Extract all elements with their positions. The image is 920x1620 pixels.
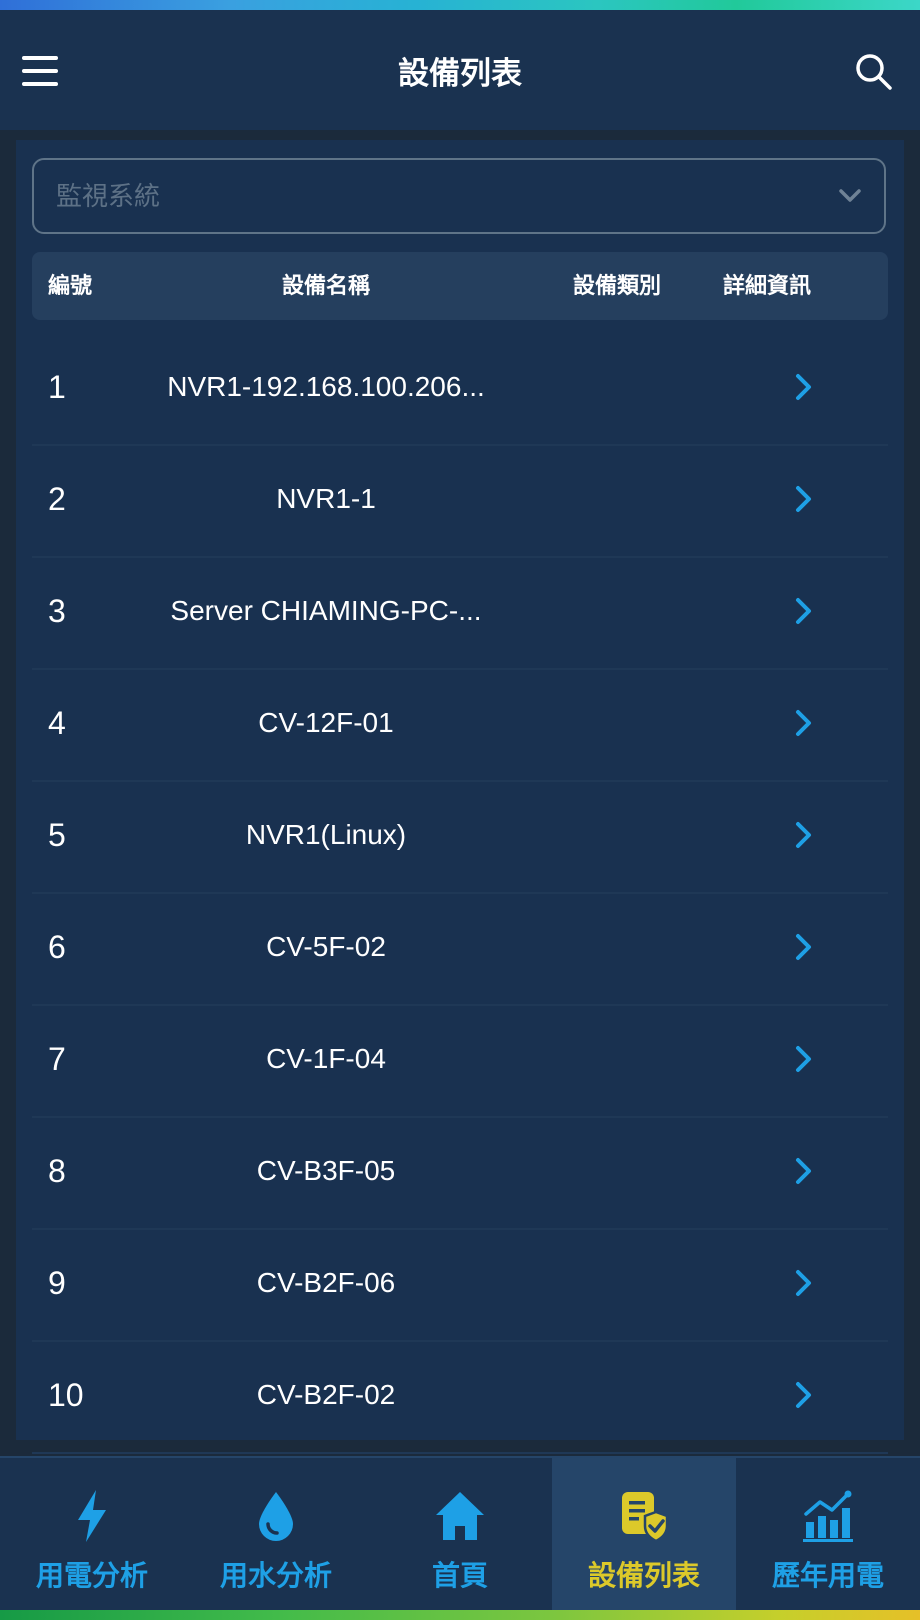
table-header: 編號 設備名稱 設備類別 詳細資訊: [32, 252, 888, 320]
device-category: [552, 1340, 682, 1450]
table-row[interactable]: 9 CV-B2F-06: [32, 1228, 888, 1342]
device-number: 4: [48, 705, 66, 741]
chevron-right-icon[interactable]: [788, 1268, 818, 1298]
chevron-right-icon[interactable]: [788, 1156, 818, 1186]
chevron-right-icon[interactable]: [788, 372, 818, 402]
tab-label: 歷年用電: [771, 1560, 884, 1591]
device-number: 10: [48, 1377, 84, 1413]
device-list-panel: 監視系統 編號 設備名稱 設備類別 詳細資訊 1 NVR1-192.168.100…: [16, 140, 904, 1454]
lightning-icon: [62, 1486, 122, 1546]
chevron-down-icon: [838, 186, 862, 206]
device-name: NVR1(Linux): [245, 819, 407, 850]
device-category: [552, 1004, 682, 1114]
device-category: [552, 444, 682, 554]
column-header-device-category: 設備類別: [572, 273, 661, 298]
device-number: 8: [48, 1153, 66, 1189]
tab-home[interactable]: 首頁: [368, 1458, 552, 1612]
table-row[interactable]: 6 CV-5F-02: [32, 892, 888, 1006]
column-header-device-name: 設備名稱: [281, 273, 370, 298]
device-category: [552, 780, 682, 890]
table-row[interactable]: 10 CV-B2F-02: [32, 1340, 888, 1454]
device-name: NVR1-1: [276, 483, 376, 514]
chevron-right-icon[interactable]: [788, 820, 818, 850]
bottom-tab-bar: 用電分析 用水分析 首頁 設備列表 歷年用電: [0, 1456, 920, 1612]
device-number: 2: [48, 481, 66, 517]
device-category: [552, 556, 682, 666]
search-icon[interactable]: [854, 52, 894, 92]
table-row[interactable]: 1 NVR1-192.168.100.206...: [32, 332, 888, 446]
device-list-shield-icon: [614, 1486, 674, 1546]
device-name: CV-B3F-05: [256, 1155, 396, 1186]
table-row[interactable]: 8 CV-B3F-05: [32, 1116, 888, 1230]
system-select-placeholder: 監視系統: [56, 181, 161, 211]
device-number: 3: [48, 593, 66, 629]
column-header-details: 詳細資訊: [722, 273, 811, 298]
device-name: CV-B2F-06: [256, 1267, 396, 1298]
device-category: [552, 332, 682, 442]
chevron-right-icon[interactable]: [788, 1044, 818, 1074]
device-number: 7: [48, 1041, 66, 1077]
tab-label: 用電分析: [35, 1560, 148, 1591]
bar-chart-icon: [798, 1486, 858, 1546]
chevron-right-icon[interactable]: [788, 708, 818, 738]
system-select[interactable]: 監視系統: [32, 158, 886, 234]
page-title: 設備列表: [398, 55, 522, 91]
device-name: NVR1-192.168.100.206...: [167, 371, 485, 402]
chevron-right-icon[interactable]: [788, 1380, 818, 1410]
tab-label: 設備列表: [587, 1560, 700, 1591]
tab-label: 用水分析: [219, 1560, 332, 1591]
device-number: 9: [48, 1265, 66, 1301]
device-name: CV-12F-01: [258, 707, 394, 738]
device-name: CV-B2F-02: [256, 1379, 396, 1410]
tab-yearly-electricity[interactable]: 歷年用電: [736, 1458, 920, 1612]
chevron-right-icon[interactable]: [788, 932, 818, 962]
device-name: CV-5F-02: [266, 931, 386, 962]
chevron-right-icon[interactable]: [788, 596, 818, 626]
home-icon: [430, 1486, 490, 1546]
table-row[interactable]: 3 Server CHIAMING-PC-...: [32, 556, 888, 670]
hamburger-menu-icon[interactable]: [22, 56, 58, 86]
chevron-right-icon[interactable]: [788, 484, 818, 514]
device-category: [552, 1228, 682, 1338]
table-row[interactable]: 5 NVR1(Linux): [32, 780, 888, 894]
device-category: [552, 668, 682, 778]
water-drop-icon: [246, 1486, 306, 1546]
bottom-gradient-strip: [0, 1610, 920, 1620]
device-category: [552, 892, 682, 1002]
column-header-number: 編號: [48, 273, 93, 298]
table-row[interactable]: 4 CV-12F-01: [32, 668, 888, 782]
device-category: [552, 1116, 682, 1226]
device-name: Server CHIAMING-PC-...: [170, 595, 482, 626]
device-number: 6: [48, 929, 66, 965]
device-number: 5: [48, 817, 66, 853]
tab-label: 首頁: [431, 1560, 488, 1591]
tab-water-analysis[interactable]: 用水分析: [184, 1458, 368, 1612]
top-gradient-strip: [0, 0, 920, 10]
table-row[interactable]: 7 CV-1F-04: [32, 1004, 888, 1118]
tab-device-list[interactable]: 設備列表: [552, 1458, 736, 1612]
table-row[interactable]: 2 NVR1-1: [32, 444, 888, 558]
device-number: 1: [48, 369, 66, 405]
device-name: CV-1F-04: [266, 1043, 386, 1074]
tab-electricity-analysis[interactable]: 用電分析: [0, 1458, 184, 1612]
app-header: 設備列表: [0, 10, 920, 130]
